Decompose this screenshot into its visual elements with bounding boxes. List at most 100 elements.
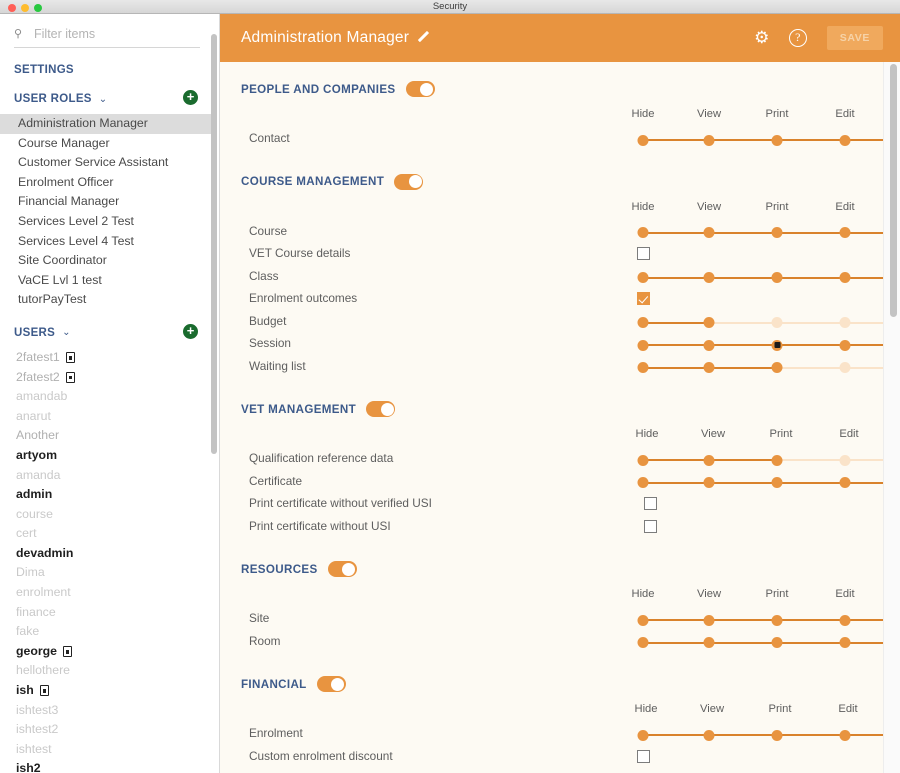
permission-slider-stop-hide[interactable] bbox=[637, 477, 649, 488]
sidebar-role-item[interactable]: Services Level 4 Test bbox=[0, 232, 214, 252]
permission-slider-stop-edit[interactable] bbox=[839, 477, 851, 488]
permission-slider-stop-edit[interactable] bbox=[839, 339, 851, 351]
permission-slider-stop-view[interactable] bbox=[703, 339, 715, 351]
sidebar-user-item[interactable]: george bbox=[0, 642, 214, 662]
sidebar-user-item[interactable]: anarut bbox=[0, 407, 214, 427]
sidebar-user-item[interactable]: amandab bbox=[0, 387, 214, 407]
sidebar-user-item[interactable]: ish2 bbox=[0, 759, 214, 773]
permission-checkbox[interactable] bbox=[637, 247, 650, 260]
permission-slider-stop-edit[interactable] bbox=[839, 362, 851, 373]
sidebar-role-item[interactable]: Customer Service Assistant bbox=[0, 153, 214, 173]
chevron-down-icon[interactable]: ⌄ bbox=[99, 94, 108, 105]
permission-slider-stop-view[interactable] bbox=[703, 362, 715, 373]
sidebar-user-item[interactable]: ishtest bbox=[0, 740, 214, 760]
permission-slider-stop-edit[interactable] bbox=[839, 227, 851, 238]
permission-slider-stop-edit[interactable] bbox=[839, 637, 851, 648]
sidebar-role-item[interactable]: Enrolment Officer bbox=[0, 173, 214, 193]
permission-slider-stop-view[interactable] bbox=[703, 637, 715, 648]
permission-slider-stop-print[interactable] bbox=[771, 272, 783, 283]
permission-slider-stop-view[interactable] bbox=[703, 614, 715, 626]
main-scrollbar-thumb[interactable] bbox=[890, 64, 897, 317]
sidebar-user-item[interactable]: ishtest3 bbox=[0, 701, 214, 721]
sidebar-role-item[interactable]: Site Coordinator bbox=[0, 251, 214, 271]
sidebar-role-item[interactable]: Financial Manager bbox=[0, 192, 214, 212]
sidebar-user-item[interactable]: course bbox=[0, 505, 214, 525]
permission-slider-stop-edit[interactable] bbox=[839, 317, 851, 328]
permission-slider-stop-view[interactable] bbox=[703, 317, 715, 328]
permission-slider-stop-edit[interactable] bbox=[839, 614, 851, 626]
permission-group-toggle[interactable] bbox=[366, 401, 396, 417]
sidebar-role-item[interactable]: Course Manager bbox=[0, 134, 214, 154]
permission-slider-stop-hide[interactable] bbox=[637, 614, 649, 626]
sidebar-user-item[interactable]: Dima bbox=[0, 563, 214, 583]
permission-slider-stop-view[interactable] bbox=[703, 227, 715, 238]
permission-slider-stop-print[interactable] bbox=[771, 477, 783, 488]
gear-icon[interactable]: ⚙ bbox=[753, 29, 771, 47]
sidebar-scrollbar-thumb[interactable] bbox=[211, 34, 217, 454]
permission-slider-stop-hide[interactable] bbox=[637, 362, 649, 373]
sidebar-user-item[interactable]: hellothere bbox=[0, 661, 214, 681]
sidebar-user-item[interactable]: 2fatest2 bbox=[0, 368, 214, 388]
permission-slider-stop-edit[interactable] bbox=[839, 729, 851, 741]
permission-slider-stop-edit[interactable] bbox=[839, 454, 851, 466]
permission-slider-stop-hide[interactable] bbox=[637, 729, 649, 741]
search-input[interactable] bbox=[34, 25, 204, 43]
sidebar-user-item[interactable]: cert bbox=[0, 524, 214, 544]
add-user-role-button[interactable]: + bbox=[183, 90, 198, 105]
permission-slider-stop-hide[interactable] bbox=[637, 454, 649, 466]
permission-slider-stop-view[interactable] bbox=[703, 454, 715, 466]
sidebar-user-item[interactable]: finance bbox=[0, 603, 214, 623]
sidebar-user-item[interactable]: ishtest2 bbox=[0, 720, 214, 740]
sidebar-user-item[interactable]: Another bbox=[0, 426, 214, 446]
permission-slider-stop-hide[interactable] bbox=[637, 339, 649, 351]
sidebar-user-item[interactable]: amanda bbox=[0, 466, 214, 486]
sidebar-section-settings[interactable]: SETTINGS bbox=[14, 64, 214, 76]
permission-group-toggle[interactable] bbox=[316, 676, 346, 692]
sidebar-user-item[interactable]: artyom bbox=[0, 446, 214, 466]
sidebar-role-item[interactable]: Services Level 2 Test bbox=[0, 212, 214, 232]
permission-slider-stop-hide[interactable] bbox=[637, 272, 649, 283]
permission-slider-stop-view[interactable] bbox=[703, 272, 715, 283]
permission-slider-stop-print[interactable] bbox=[771, 454, 783, 466]
sidebar-user-item[interactable]: devadmin bbox=[0, 544, 214, 564]
pencil-icon[interactable] bbox=[416, 30, 429, 43]
permission-slider-stop-hide[interactable] bbox=[637, 227, 649, 238]
permission-checkbox[interactable] bbox=[637, 749, 650, 763]
permission-checkbox[interactable] bbox=[644, 497, 657, 510]
permission-group-toggle[interactable] bbox=[405, 81, 435, 97]
permission-slider-stop-print[interactable] bbox=[771, 729, 783, 741]
sidebar-role-item[interactable]: VaCE Lvl 1 test bbox=[0, 271, 214, 291]
permission-checkbox[interactable] bbox=[637, 292, 650, 305]
permission-slider-stop-view[interactable] bbox=[703, 477, 715, 488]
main-scrollbar[interactable] bbox=[890, 64, 897, 769]
permission-slider-stop-view[interactable] bbox=[703, 134, 715, 146]
permission-slider-stop-edit[interactable] bbox=[839, 272, 851, 283]
permission-slider-stop-hide[interactable] bbox=[637, 134, 649, 146]
save-button[interactable]: SAVE bbox=[826, 26, 883, 50]
sidebar-user-item[interactable]: ish bbox=[0, 681, 214, 701]
sidebar-user-item[interactable]: 2fatest1 bbox=[0, 348, 214, 368]
help-icon[interactable]: ? bbox=[788, 29, 807, 47]
sidebar-role-item[interactable]: tutorPayTest bbox=[0, 290, 214, 310]
permission-slider-stop-print[interactable] bbox=[771, 339, 783, 351]
permission-slider-stop-print[interactable] bbox=[771, 134, 783, 146]
permission-checkbox[interactable] bbox=[644, 519, 657, 533]
permission-slider-stop-edit[interactable] bbox=[839, 134, 851, 146]
sidebar-user-item[interactable]: fake bbox=[0, 622, 214, 642]
sidebar-scrollbar[interactable] bbox=[211, 16, 217, 771]
sidebar-role-item[interactable]: Administration Manager bbox=[0, 114, 214, 134]
permission-slider-stop-print[interactable] bbox=[771, 362, 783, 373]
sidebar-user-item[interactable]: admin bbox=[0, 485, 214, 505]
permission-slider-stop-view[interactable] bbox=[703, 729, 715, 741]
permission-slider-stop-hide[interactable] bbox=[637, 317, 649, 328]
permission-slider-stop-print[interactable] bbox=[771, 614, 783, 626]
permission-slider-stop-print[interactable] bbox=[771, 317, 783, 328]
permission-slider-stop-hide[interactable] bbox=[637, 637, 649, 648]
chevron-down-icon[interactable]: ⌄ bbox=[62, 327, 71, 338]
permission-slider-stop-print[interactable] bbox=[771, 227, 783, 238]
sidebar-user-item[interactable]: enrolment bbox=[0, 583, 214, 603]
permission-group-toggle[interactable] bbox=[327, 561, 357, 577]
add-user-button[interactable]: + bbox=[183, 323, 198, 339]
permission-group-toggle[interactable] bbox=[394, 173, 424, 190]
permission-slider-stop-print[interactable] bbox=[771, 637, 783, 648]
